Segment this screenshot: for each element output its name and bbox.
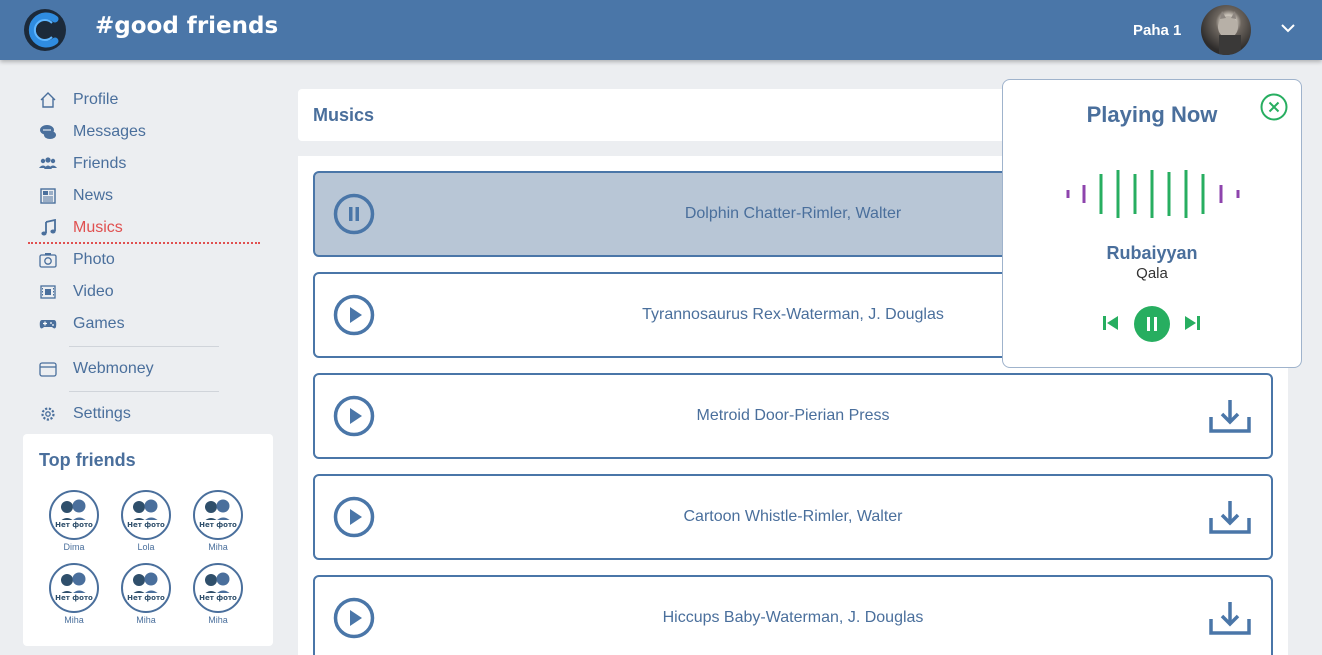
sidebar-item-news[interactable]: News bbox=[28, 180, 260, 212]
friend-name: Miha bbox=[64, 615, 84, 625]
friend-placeholder-text: Нет фото bbox=[55, 594, 93, 602]
sidebar-item-label: News bbox=[73, 187, 114, 204]
film-icon bbox=[39, 283, 57, 301]
chat-icon bbox=[39, 123, 57, 141]
top-friends-title: Top friends bbox=[39, 450, 136, 470]
sidebar-item-settings[interactable]: Settings bbox=[28, 398, 260, 430]
top-friend-item[interactable]: Нет фото Dima bbox=[46, 490, 102, 552]
sidebar-nav: Profile Messages Friends News Musics Pho… bbox=[28, 84, 260, 430]
next-track-icon[interactable] bbox=[1182, 313, 1202, 333]
friend-name: Dima bbox=[63, 542, 85, 552]
people-icon bbox=[39, 155, 57, 173]
now-playing-artist: Qala bbox=[1136, 265, 1168, 282]
track-title: Metroid Door-Pierian Press bbox=[696, 407, 890, 424]
friend-avatar: Нет фото bbox=[193, 563, 243, 613]
sidebar-item-label: Profile bbox=[73, 91, 119, 108]
sidebar-item-profile[interactable]: Profile bbox=[28, 84, 260, 116]
friend-avatar: Нет фото bbox=[49, 490, 99, 540]
home-icon bbox=[39, 91, 57, 109]
username[interactable]: Paha 1 bbox=[1133, 22, 1181, 39]
newspaper-icon bbox=[39, 187, 57, 205]
gear-icon bbox=[39, 405, 57, 423]
chevron-down-icon[interactable] bbox=[1280, 20, 1296, 36]
friend-avatar: Нет фото bbox=[49, 563, 99, 613]
page-title: Musics bbox=[313, 105, 375, 125]
sidebar-item-label: Webmoney bbox=[73, 360, 154, 377]
music-note-icon bbox=[39, 219, 57, 237]
close-icon[interactable] bbox=[1260, 93, 1288, 121]
sidebar-item-musics[interactable]: Musics bbox=[28, 212, 260, 244]
friend-name: Lola bbox=[137, 542, 155, 552]
camera-icon bbox=[39, 251, 57, 269]
top-friends-panel: Top friends Нет фото Dima Нет фото Lola Нет … bbox=[23, 434, 273, 646]
friend-name: Miha bbox=[136, 615, 156, 625]
top-friend-item[interactable]: Нет фото Miha bbox=[46, 563, 102, 625]
sidebar-item-label: Games bbox=[73, 315, 125, 332]
user-avatar[interactable] bbox=[1201, 5, 1251, 55]
sidebar-item-webmoney[interactable]: Webmoney bbox=[28, 353, 260, 385]
friend-placeholder-text: Нет фото bbox=[55, 521, 93, 529]
sidebar-item-video[interactable]: Video bbox=[28, 276, 260, 308]
friend-name: Miha bbox=[208, 615, 228, 625]
track-row[interactable]: Metroid Door-Pierian Press bbox=[313, 373, 1273, 459]
friend-placeholder-text: Нет фото bbox=[127, 594, 165, 602]
previous-track-icon[interactable] bbox=[1101, 313, 1121, 333]
download-icon[interactable] bbox=[1209, 599, 1251, 637]
wallet-icon bbox=[39, 360, 57, 378]
track-title: Cartoon Whistle-Rimler, Walter bbox=[683, 508, 903, 525]
sidebar-item-label: Messages bbox=[73, 123, 146, 140]
now-playing-panel: Playing Now Rubaiyyan Qala bbox=[1002, 79, 1302, 368]
top-friend-item[interactable]: Нет фото Miha bbox=[190, 490, 246, 552]
sidebar-item-label: Musics bbox=[73, 219, 123, 236]
nav-divider bbox=[69, 391, 219, 392]
friend-placeholder-text: Нет фото bbox=[127, 521, 165, 529]
download-icon[interactable] bbox=[1209, 498, 1251, 536]
download-icon[interactable] bbox=[1209, 397, 1251, 435]
audio-wave-icon bbox=[1066, 170, 1240, 218]
sidebar-item-label: Photo bbox=[73, 251, 115, 268]
friend-avatar: Нет фото bbox=[121, 490, 171, 540]
friend-placeholder-text: Нет фото bbox=[199, 594, 237, 602]
friend-name: Miha bbox=[208, 542, 228, 552]
track-title: Hiccups Baby-Waterman, J. Douglas bbox=[662, 609, 924, 626]
friend-avatar: Нет фото bbox=[193, 490, 243, 540]
sidebar-item-photo[interactable]: Photo bbox=[28, 244, 260, 276]
sidebar-item-label: Video bbox=[73, 283, 114, 300]
gamepad-icon bbox=[39, 315, 57, 333]
pause-button[interactable] bbox=[1134, 306, 1170, 342]
sidebar-item-friends[interactable]: Friends bbox=[28, 148, 260, 180]
site-logo-icon[interactable] bbox=[22, 7, 68, 53]
sidebar-item-messages[interactable]: Messages bbox=[28, 116, 260, 148]
now-playing-song: Rubaiyyan bbox=[1106, 243, 1198, 263]
friend-avatar: Нет фото bbox=[121, 563, 171, 613]
nav-divider bbox=[69, 346, 219, 347]
track-row[interactable]: Cartoon Whistle-Rimler, Walter bbox=[313, 474, 1273, 560]
top-friend-item[interactable]: Нет фото Lola bbox=[118, 490, 174, 552]
track-row[interactable]: Hiccups Baby-Waterman, J. Douglas bbox=[313, 575, 1273, 655]
top-friend-item[interactable]: Нет фото Miha bbox=[190, 563, 246, 625]
site-title[interactable]: #good friends bbox=[95, 13, 278, 39]
top-bar: #good friends Paha 1 bbox=[0, 0, 1322, 60]
sidebar-item-label: Settings bbox=[73, 405, 131, 422]
friend-placeholder-text: Нет фото bbox=[199, 521, 237, 529]
sidebar-item-label: Friends bbox=[73, 155, 127, 172]
top-friend-item[interactable]: Нет фото Miha bbox=[118, 563, 174, 625]
sidebar-item-games[interactable]: Games bbox=[28, 308, 260, 340]
player-heading: Playing Now bbox=[1086, 102, 1218, 127]
